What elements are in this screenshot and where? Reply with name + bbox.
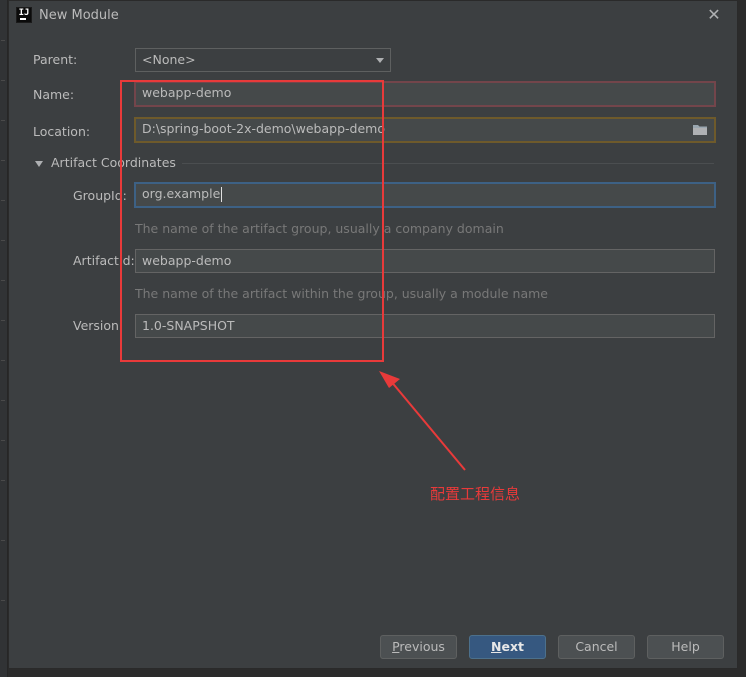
previous-label-rest: revious [399, 639, 445, 654]
new-module-dialog: IJ New Module ✕ Parent: <None> Name: web… [8, 0, 738, 669]
groupid-label: GroupId: [73, 188, 127, 203]
artifactid-hint: The name of the artifact within the grou… [135, 286, 548, 301]
parent-dropdown-value: <None> [142, 52, 196, 67]
parent-label: Parent: [33, 52, 78, 67]
section-divider [182, 163, 714, 164]
next-mnemonic: N [491, 639, 502, 654]
parent-dropdown[interactable]: <None> [135, 48, 391, 72]
artifactid-field-value: webapp-demo [142, 253, 232, 268]
groupid-hint: The name of the artifact group, usually … [135, 221, 504, 236]
window-title: New Module [39, 8, 119, 23]
close-icon[interactable]: ✕ [705, 6, 723, 24]
title-bar[interactable]: IJ New Module ✕ [9, 1, 737, 31]
name-field[interactable]: webapp-demo [134, 81, 716, 107]
editor-gutter-backdrop [0, 0, 8, 677]
previous-button[interactable]: Previous [380, 635, 457, 659]
section-title: Artifact Coordinates [51, 155, 176, 170]
artifactid-label: ArtifactId: [73, 253, 135, 268]
intellij-icon: IJ [16, 7, 32, 23]
location-field[interactable]: D:\spring-boot-2x-demo\webapp-demo [134, 117, 716, 143]
name-label: Name: [33, 87, 75, 102]
version-field-value: 1.0-SNAPSHOT [142, 318, 235, 333]
groupid-field[interactable]: org.example [134, 182, 716, 208]
folder-icon[interactable] [692, 123, 708, 137]
next-button[interactable]: Next [469, 635, 546, 659]
help-button[interactable]: Help [647, 635, 724, 659]
version-label: Version: [73, 318, 124, 333]
groupid-field-value: org.example [142, 186, 221, 201]
triangle-down-icon [35, 160, 43, 167]
next-label-rest: ext [501, 639, 524, 654]
artifact-coordinates-section[interactable]: Artifact Coordinates [35, 155, 176, 170]
location-field-value: D:\spring-boot-2x-demo\webapp-demo [142, 121, 385, 136]
chevron-down-icon [376, 58, 384, 63]
cancel-button[interactable]: Cancel [558, 635, 635, 659]
name-field-value: webapp-demo [142, 85, 232, 100]
artifactid-field[interactable]: webapp-demo [135, 249, 715, 273]
annotation-text: 配置工程信息 [430, 485, 521, 503]
location-label: Location: [33, 124, 91, 139]
text-cursor [221, 187, 223, 202]
version-field[interactable]: 1.0-SNAPSHOT [135, 314, 715, 338]
